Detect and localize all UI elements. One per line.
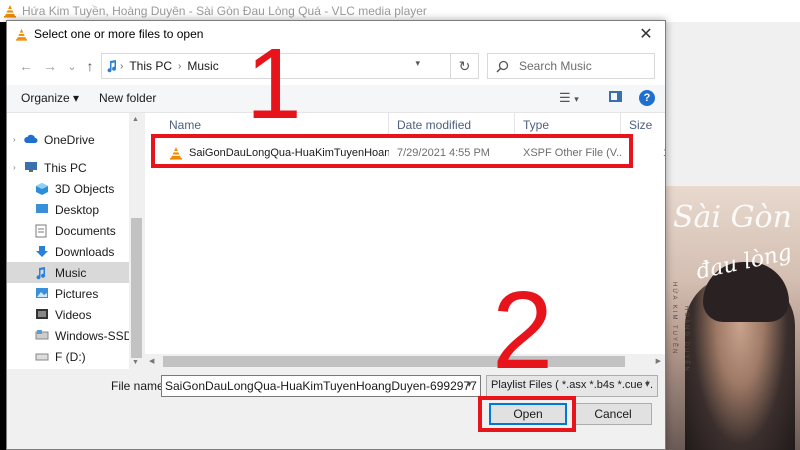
pictures-icon bbox=[35, 287, 49, 300]
dialog-title: Select one or more files to open bbox=[34, 27, 204, 41]
sidebar-item-downloads[interactable]: Downloads bbox=[7, 241, 129, 262]
search-box[interactable]: Search Music bbox=[487, 53, 655, 79]
annotation-step-1: 1 bbox=[246, 28, 302, 140]
back-arrow-icon: ← bbox=[19, 58, 33, 74]
forward-button[interactable]: → bbox=[39, 55, 61, 77]
organize-button[interactable]: Organize ▾ bbox=[21, 91, 79, 105]
chevron-down-icon[interactable]: ▾ bbox=[467, 379, 472, 390]
sidebar-item-f-d[interactable]: F (D:) bbox=[7, 346, 129, 367]
refresh-button[interactable]: ↻ bbox=[451, 53, 479, 79]
search-placeholder: Search Music bbox=[519, 59, 592, 73]
document-icon bbox=[35, 224, 49, 238]
cancel-button[interactable]: Cancel bbox=[574, 403, 652, 425]
sidebar-item-label: Music bbox=[55, 265, 87, 280]
file-name-input[interactable] bbox=[161, 375, 481, 397]
vlc-panel bbox=[665, 22, 800, 187]
new-folder-button[interactable]: New folder bbox=[99, 91, 156, 105]
forward-arrow-icon: → bbox=[43, 58, 57, 74]
video-icon bbox=[35, 308, 49, 321]
vlc-titlebar: Hứa Kim Tuyền, Hoàng Duyên - Sài Gòn Đau… bbox=[0, 0, 800, 22]
breadcrumb-this-pc[interactable]: This PC bbox=[129, 59, 172, 73]
computer-icon bbox=[24, 161, 38, 174]
annotation-box-file bbox=[151, 134, 633, 168]
scroll-right-icon[interactable]: ▶ bbox=[656, 357, 661, 365]
sidebar-item-label: Desktop bbox=[55, 202, 100, 217]
usb-drive-icon bbox=[35, 350, 49, 363]
cube-icon bbox=[35, 182, 49, 195]
chevron-down-icon: ▾ bbox=[574, 94, 579, 104]
address-dropdown-icon[interactable]: ▾ bbox=[415, 58, 420, 69]
help-button[interactable]: ? bbox=[639, 90, 655, 106]
navigation-pane: › OneDrive › This PC 3D Objects Desktop Docume… bbox=[7, 113, 144, 369]
sidebar-item-label: Documents bbox=[55, 223, 116, 238]
open-file-dialog: Select one or more files to open ✕ ← → ⌄… bbox=[6, 20, 666, 450]
navigation-bar: ← → ⌄ ↑ › This PC › Music ▾ ↻ Search Mus… bbox=[7, 47, 665, 85]
sidebar-item-3d-objects[interactable]: 3D Objects bbox=[7, 178, 129, 199]
file-size-cell: 1 bbox=[663, 143, 665, 163]
chevron-down-icon: ⌄ bbox=[67, 60, 77, 73]
annotation-box-open bbox=[478, 396, 576, 432]
dialog-titlebar: Select one or more files to open ✕ bbox=[7, 21, 665, 47]
sidebar-item-documents[interactable]: Documents bbox=[7, 220, 129, 241]
sidebar-item-label: 3D Objects bbox=[55, 181, 115, 196]
navigation-pane-scrollbar[interactable]: ▲ ▼ bbox=[129, 113, 144, 369]
sidebar-item-pictures[interactable]: Pictures bbox=[7, 283, 129, 304]
sidebar-item-label: Downloads bbox=[55, 244, 115, 259]
chevron-right-icon[interactable]: › bbox=[13, 163, 21, 172]
breadcrumb-separator-icon: › bbox=[120, 60, 124, 72]
sidebar-item-onedrive[interactable]: › OneDrive bbox=[7, 129, 129, 150]
close-icon: ✕ bbox=[639, 26, 653, 43]
album-art-artist-2: HOÀNG DUYÊN bbox=[683, 306, 689, 373]
view-list-icon: ☰ bbox=[559, 90, 571, 105]
album-art-script: Sài Gòn bbox=[673, 200, 792, 235]
cloud-icon bbox=[24, 133, 38, 146]
download-icon bbox=[35, 245, 49, 258]
annotation-step-2: 2 bbox=[492, 269, 554, 392]
close-button[interactable]: ✕ bbox=[627, 21, 665, 47]
sidebar-item-label: OneDrive bbox=[44, 132, 95, 147]
scroll-left-icon[interactable]: ◀ bbox=[149, 357, 154, 365]
scroll-down-icon[interactable]: ▼ bbox=[132, 359, 139, 366]
scrollbar-thumb[interactable] bbox=[163, 356, 625, 367]
sidebar-item-this-pc[interactable]: › This PC bbox=[7, 157, 129, 178]
back-button[interactable]: ← bbox=[15, 55, 37, 77]
vlc-window-title: Hứa Kim Tuyền, Hoàng Duyên - Sài Gòn Đau… bbox=[22, 4, 427, 18]
file-list-horizontal-scrollbar[interactable]: ◀ ▶ bbox=[145, 354, 665, 369]
search-icon bbox=[496, 60, 509, 73]
album-art-artist-1: HỨA KIM TUYỀN bbox=[671, 282, 677, 356]
breadcrumb-separator-icon: › bbox=[178, 60, 182, 72]
file-name-label: File name: bbox=[111, 379, 168, 393]
drive-icon bbox=[35, 329, 49, 342]
chevron-right-icon[interactable]: › bbox=[13, 135, 21, 144]
sidebar-item-windows-ssd-c[interactable]: Windows-SSD (C bbox=[7, 325, 144, 346]
breadcrumb-music[interactable]: Music bbox=[187, 59, 218, 73]
sidebar-item-music[interactable]: Music bbox=[7, 262, 129, 283]
scrollbar-thumb[interactable] bbox=[131, 218, 142, 358]
sidebar-item-label: Videos bbox=[55, 307, 92, 322]
sidebar-item-label: This PC bbox=[44, 160, 87, 175]
up-arrow-icon: ↑ bbox=[86, 58, 94, 74]
sidebar-item-label: Pictures bbox=[55, 286, 99, 301]
desktop-icon bbox=[35, 203, 49, 216]
album-art: Sài Gòn đau lòng quá! HỨA KIM TUYỀN HOÀN… bbox=[665, 186, 800, 450]
scroll-up-icon[interactable]: ▲ bbox=[132, 116, 139, 123]
music-icon bbox=[35, 266, 49, 280]
help-icon: ? bbox=[643, 92, 651, 104]
preview-pane-button[interactable] bbox=[609, 91, 622, 102]
music-note-icon bbox=[107, 60, 117, 73]
change-view-button[interactable]: ☰ ▾ bbox=[559, 90, 579, 106]
up-button[interactable]: ↑ bbox=[79, 55, 101, 77]
command-toolbar: Organize ▾ New folder ☰ ▾ ? bbox=[7, 85, 665, 113]
sidebar-item-label: F (D:) bbox=[55, 349, 86, 364]
sidebar-item-videos[interactable]: Videos bbox=[7, 304, 129, 325]
vlc-cone-icon bbox=[15, 28, 28, 41]
chevron-down-icon[interactable]: ▾ bbox=[645, 379, 650, 390]
sidebar-item-desktop[interactable]: Desktop bbox=[7, 199, 129, 220]
vlc-cone-icon bbox=[4, 5, 16, 18]
refresh-icon: ↻ bbox=[458, 57, 471, 74]
